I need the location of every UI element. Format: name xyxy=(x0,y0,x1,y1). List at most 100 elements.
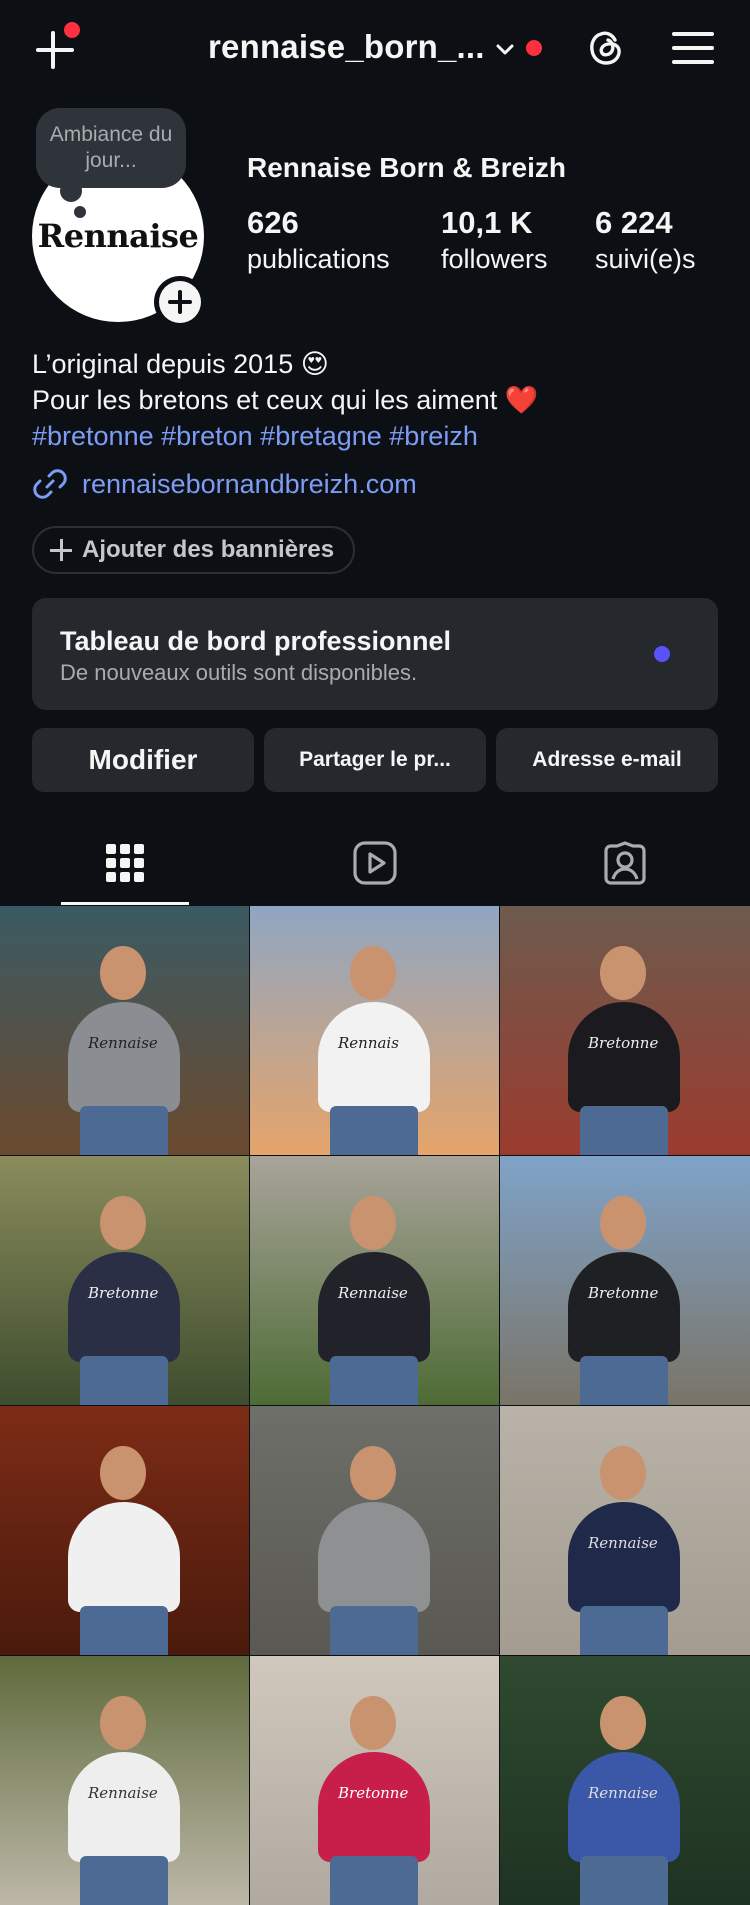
active-tab-indicator xyxy=(61,902,189,905)
reels-icon xyxy=(353,841,397,885)
person-legs xyxy=(580,1606,668,1655)
shirt-print: Bretonne xyxy=(88,1284,159,1302)
new-indicator-dot xyxy=(654,646,670,662)
shirt-print: Bretonne xyxy=(588,1034,659,1052)
shirt-print: Rennaise xyxy=(588,1784,658,1802)
person-legs xyxy=(330,1106,418,1155)
person-shirt xyxy=(318,1002,430,1112)
share-profile-button[interactable]: Partager le pr... xyxy=(264,728,486,792)
avatar-logo: Rennaise xyxy=(37,217,199,255)
email-button[interactable]: Adresse e-mail xyxy=(496,728,718,792)
professional-dashboard[interactable]: Tableau de bord professionnel De nouveau… xyxy=(32,598,718,710)
shirt-print: Rennaise xyxy=(338,1284,408,1302)
post-thumbnail[interactable]: Bretonne xyxy=(250,1656,499,1905)
link-text[interactable]: rennaisebornandbreizh.com xyxy=(82,469,417,500)
profile-tabs xyxy=(0,820,750,906)
post-thumbnail[interactable]: Rennaise xyxy=(0,1656,249,1905)
threads-icon[interactable] xyxy=(584,26,628,70)
person-head xyxy=(100,1196,146,1250)
post-thumbnail[interactable]: Rennais xyxy=(250,906,499,1155)
add-banners-label: Ajouter des bannières xyxy=(82,536,335,563)
plus-icon xyxy=(50,539,72,561)
person-head xyxy=(100,946,146,1000)
person-legs xyxy=(580,1106,668,1155)
person-head xyxy=(350,946,396,1000)
add-story-button[interactable] xyxy=(154,276,206,328)
dashboard-title: Tableau de bord professionnel xyxy=(60,626,452,656)
post-thumbnail[interactable]: Rennaise xyxy=(250,1156,499,1405)
person-shirt xyxy=(318,1502,430,1612)
stat-followers[interactable]: 10,1 K followers xyxy=(441,205,548,277)
shirt-print: Rennais xyxy=(338,1034,399,1052)
person-legs xyxy=(330,1856,418,1905)
add-icon xyxy=(159,281,201,323)
stat-label: followers xyxy=(441,244,548,274)
person-shirt xyxy=(318,1252,430,1362)
add-banners-button[interactable]: Ajouter des bannières xyxy=(32,526,355,574)
person-legs xyxy=(580,1856,668,1905)
menu-icon[interactable] xyxy=(672,30,714,66)
person-legs xyxy=(330,1606,418,1655)
person-legs xyxy=(80,1356,168,1405)
top-bar: rennaise_born_... xyxy=(0,0,750,100)
person-legs xyxy=(80,1606,168,1655)
post-thumbnail[interactable]: Bretonne xyxy=(500,1156,750,1405)
person-head xyxy=(600,1446,646,1500)
username-switcher[interactable]: rennaise_born_... xyxy=(208,28,485,66)
person-head xyxy=(600,1196,646,1250)
person-head xyxy=(100,1446,146,1500)
tab-tagged[interactable] xyxy=(500,820,750,906)
stat-publications[interactable]: 626 publications xyxy=(247,205,390,277)
tagged-icon xyxy=(604,841,646,885)
post-thumbnail[interactable] xyxy=(250,1406,499,1655)
shirt-print: Bretonne xyxy=(338,1784,409,1802)
post-thumbnail[interactable]: Rennaise xyxy=(500,1656,750,1905)
person-legs xyxy=(80,1856,168,1905)
person-shirt xyxy=(318,1752,430,1862)
person-shirt xyxy=(68,1252,180,1362)
person-shirt xyxy=(68,1002,180,1112)
person-head xyxy=(350,1696,396,1750)
person-shirt xyxy=(68,1752,180,1862)
person-head xyxy=(350,1446,396,1500)
post-thumbnail[interactable]: Rennaise xyxy=(500,1406,750,1655)
shirt-print: Bretonne xyxy=(588,1284,659,1302)
posts-grid: Rennaise Rennais Bretonne Bretonne Rennaise B… xyxy=(0,906,750,1905)
person-head xyxy=(100,1696,146,1750)
person-shirt xyxy=(568,1752,680,1862)
bio-line: L’original depuis 2015 😍 xyxy=(32,349,329,379)
person-legs xyxy=(330,1356,418,1405)
shirt-print: Rennaise xyxy=(88,1034,158,1052)
post-thumbnail[interactable] xyxy=(0,1406,249,1655)
note-bubble-tail xyxy=(74,206,86,218)
stat-value: 626 xyxy=(247,205,299,240)
person-head xyxy=(350,1196,396,1250)
note-bubble[interactable]: Ambiance du jour... xyxy=(36,108,186,188)
edit-profile-button[interactable]: Modifier xyxy=(32,728,254,792)
person-shirt xyxy=(68,1502,180,1612)
chevron-down-icon[interactable] xyxy=(495,40,515,60)
bio-link[interactable]: rennaisebornandbreizh.com xyxy=(32,464,417,504)
person-shirt xyxy=(568,1002,680,1112)
notification-dot xyxy=(64,22,80,38)
note-bubble-tail xyxy=(60,180,82,202)
stat-value: 10,1 K xyxy=(441,205,533,240)
grid-icon xyxy=(106,844,144,882)
post-thumbnail[interactable]: Bretonne xyxy=(0,1156,249,1405)
person-head xyxy=(600,1696,646,1750)
bio-line: Pour les bretons et ceux qui les aiment … xyxy=(32,385,539,415)
tab-reels[interactable] xyxy=(250,820,500,906)
shirt-print: Rennaise xyxy=(588,1534,658,1552)
bio-hashtags[interactable]: #bretonne #breton #bretagne #breizh xyxy=(32,419,478,453)
post-thumbnail[interactable]: Rennaise xyxy=(0,906,249,1155)
stat-label: publications xyxy=(247,244,390,274)
tab-grid[interactable] xyxy=(0,820,250,906)
link-icon xyxy=(33,469,67,499)
dashboard-subtitle: De nouveaux outils sont disponibles. xyxy=(60,660,418,685)
person-shirt xyxy=(568,1252,680,1362)
stat-following[interactable]: 6 224 suivi(e)s xyxy=(595,205,696,277)
account-notification-dot xyxy=(526,40,542,56)
post-thumbnail[interactable]: Bretonne xyxy=(500,906,750,1155)
shirt-print: Rennaise xyxy=(88,1784,158,1802)
person-legs xyxy=(580,1356,668,1405)
